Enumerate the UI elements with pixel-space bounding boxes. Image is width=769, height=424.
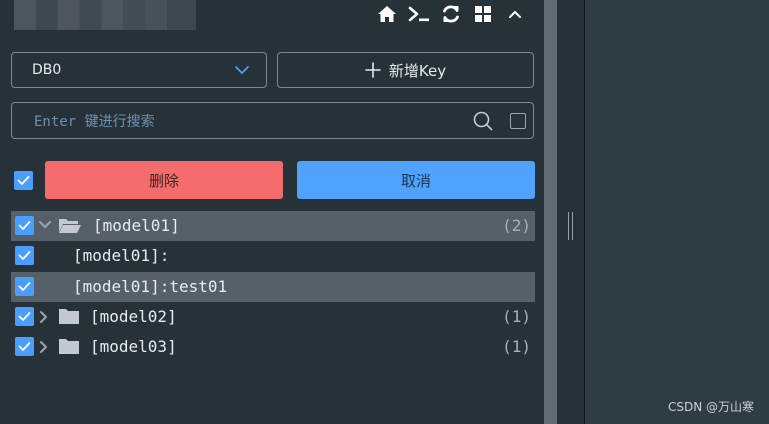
content-panel (585, 0, 769, 424)
db-select-value: DB0 (32, 62, 62, 78)
tree-folder-row[interactable]: [model03] (1) (11, 332, 535, 362)
row-checkbox[interactable] (15, 277, 34, 296)
select-all-checkbox[interactable] (14, 171, 33, 190)
app-window: DB0 新增Key 删除 取消 (0, 0, 769, 424)
tree-key-row[interactable]: [model01]: (11, 241, 535, 271)
search-box (11, 102, 534, 140)
cancel-button[interactable]: 取消 (297, 161, 535, 199)
toolbar (376, 2, 526, 26)
tree-folder-row[interactable]: [model02] (1) (11, 302, 535, 332)
chevron-down-icon (235, 66, 249, 74)
row-checkbox[interactable] (15, 216, 34, 235)
db-select[interactable]: DB0 (11, 52, 267, 88)
terminal-icon[interactable] (408, 3, 430, 25)
chevron-right-icon[interactable] (38, 340, 50, 354)
exact-match-checkbox[interactable] (510, 113, 526, 129)
new-key-label: 新增Key (388, 61, 447, 80)
home-icon[interactable] (376, 3, 398, 25)
row-checkbox[interactable] (15, 337, 34, 356)
collapse-icon[interactable] (504, 3, 526, 25)
panel-scrollbar[interactable] (544, 0, 557, 424)
search-icon[interactable] (473, 111, 493, 131)
chevron-right-icon[interactable] (38, 310, 50, 324)
resize-handle[interactable] (566, 212, 574, 240)
key-list-panel: DB0 新增Key 删除 取消 (0, 0, 544, 424)
row-checkbox[interactable] (15, 246, 34, 265)
plus-icon (365, 62, 381, 78)
tree-count: (2) (502, 216, 531, 235)
tree-label: [model01] (93, 216, 180, 235)
tree-label: [model01]: (73, 246, 170, 265)
tree-folder-row[interactable]: [model01] (2) (11, 211, 535, 241)
watermark: CSDN @万山寒 (667, 400, 754, 414)
tree-label: [model01]:test01 (73, 277, 228, 296)
connection-name-blurred (14, 0, 196, 30)
folder-icon (59, 339, 79, 354)
row-checkbox[interactable] (15, 307, 34, 326)
new-key-button[interactable]: 新增Key (277, 52, 534, 88)
folder-icon (59, 309, 79, 324)
search-input[interactable] (32, 103, 476, 140)
chevron-down-icon[interactable] (38, 219, 52, 231)
tree-key-row[interactable]: [model01]:test01 (11, 272, 535, 302)
refresh-icon[interactable] (440, 3, 462, 25)
tree-label: [model02] (90, 307, 177, 326)
tree-count: (1) (502, 307, 531, 326)
folder-open-icon (59, 219, 81, 233)
delete-button[interactable]: 删除 (45, 161, 283, 199)
tree-label: [model03] (90, 337, 177, 356)
tree-count: (1) (502, 337, 531, 356)
grid-icon[interactable] (472, 3, 494, 25)
